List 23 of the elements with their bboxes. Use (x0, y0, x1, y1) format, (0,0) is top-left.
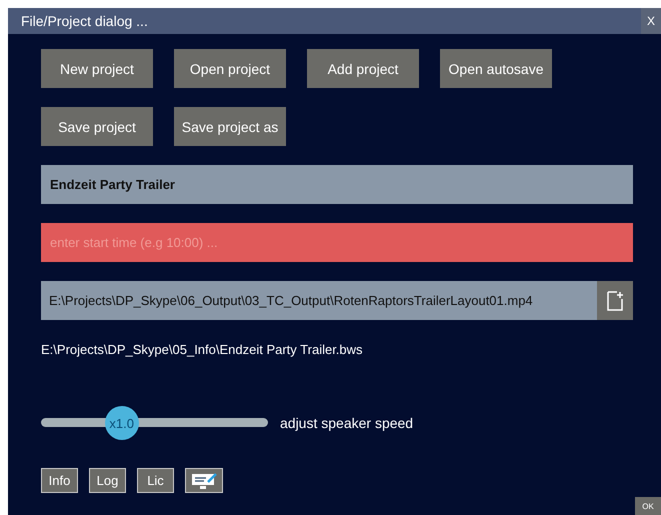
small-button[interactable]: Info (41, 468, 78, 493)
action-button[interactable]: Add project (307, 49, 419, 88)
action-button[interactable]: Save project as (174, 107, 286, 146)
slider-label: adjust speaker speed (280, 415, 414, 431)
slider-thumb[interactable]: x1.0 (104, 406, 139, 440)
project-name-field[interactable]: Endzeit Party Trailer (41, 165, 633, 204)
new-file-icon (607, 290, 623, 310)
speed-slider[interactable]: x1.0 (41, 406, 268, 440)
monitor-button[interactable] (185, 468, 223, 493)
action-button[interactable]: New project (41, 49, 153, 88)
window-title: File/Project dialog ... (21, 13, 148, 29)
new-file-button[interactable] (597, 281, 633, 320)
action-button[interactable]: Open project (174, 49, 286, 88)
small-button[interactable]: Lic (137, 468, 174, 493)
start-time-field[interactable]: enter start time (e.g 10:00) ... (41, 223, 633, 262)
output-path-field[interactable]: E:\Projects\DP_Skype\06_Output\03_TC_Output\RotenRaptorsTrailerLayout01.mp4 (41, 281, 597, 320)
action-button[interactable]: Save project (41, 107, 153, 146)
project-file-path: E:\Projects\DP_Skype\05_Info\Endzeit Party Trailer.bws (41, 342, 364, 357)
monitor-pen-icon (190, 472, 218, 490)
small-button[interactable]: Log (89, 468, 126, 493)
ok-button[interactable]: OK (635, 497, 661, 515)
action-button[interactable]: Open autosave (440, 49, 552, 88)
close-button[interactable]: X (641, 8, 661, 34)
